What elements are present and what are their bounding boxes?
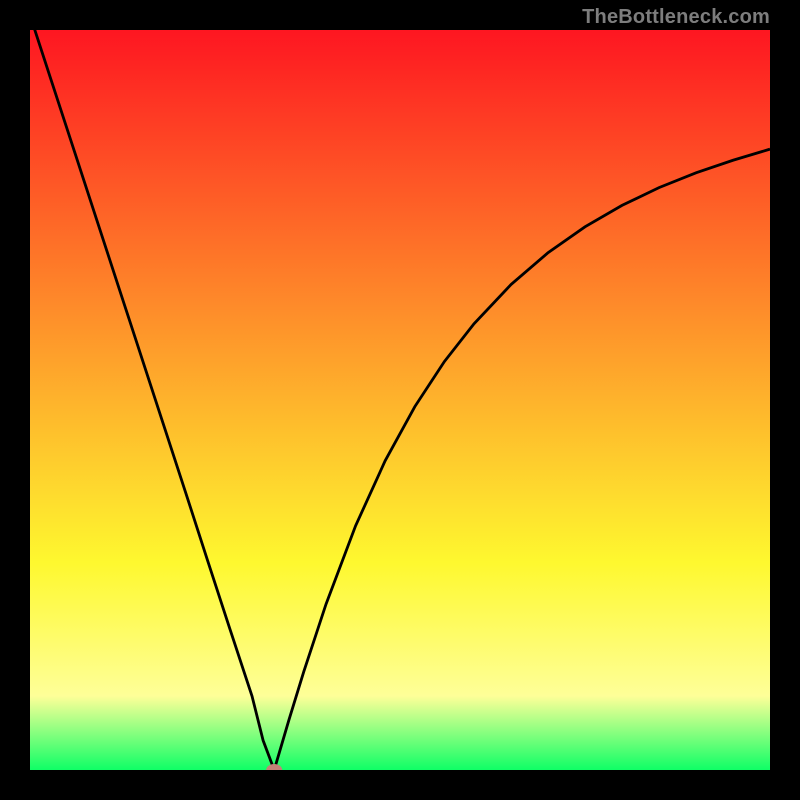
plot-frame (30, 30, 770, 770)
bottleneck-chart (30, 30, 770, 770)
gradient-background (30, 30, 770, 770)
attribution-text: TheBottleneck.com (582, 6, 770, 29)
